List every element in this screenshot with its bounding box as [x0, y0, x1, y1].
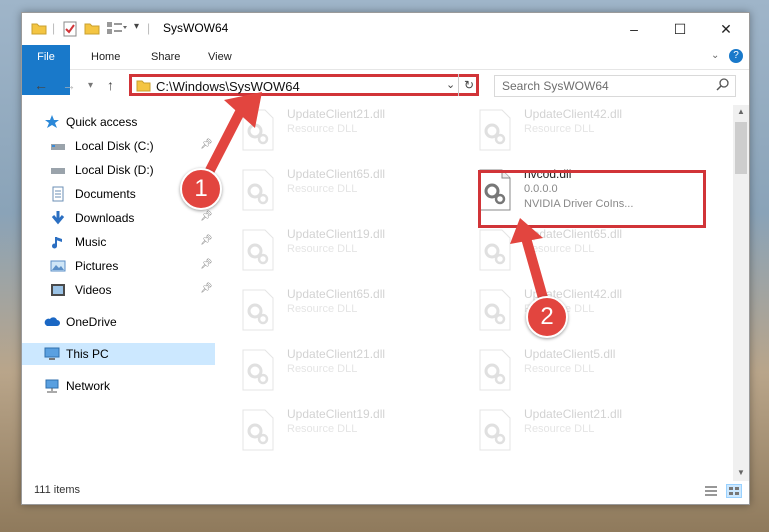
annotation-arrows: [200, 92, 550, 310]
callout-1: 1: [180, 168, 222, 210]
callout-2: 2: [526, 296, 568, 338]
